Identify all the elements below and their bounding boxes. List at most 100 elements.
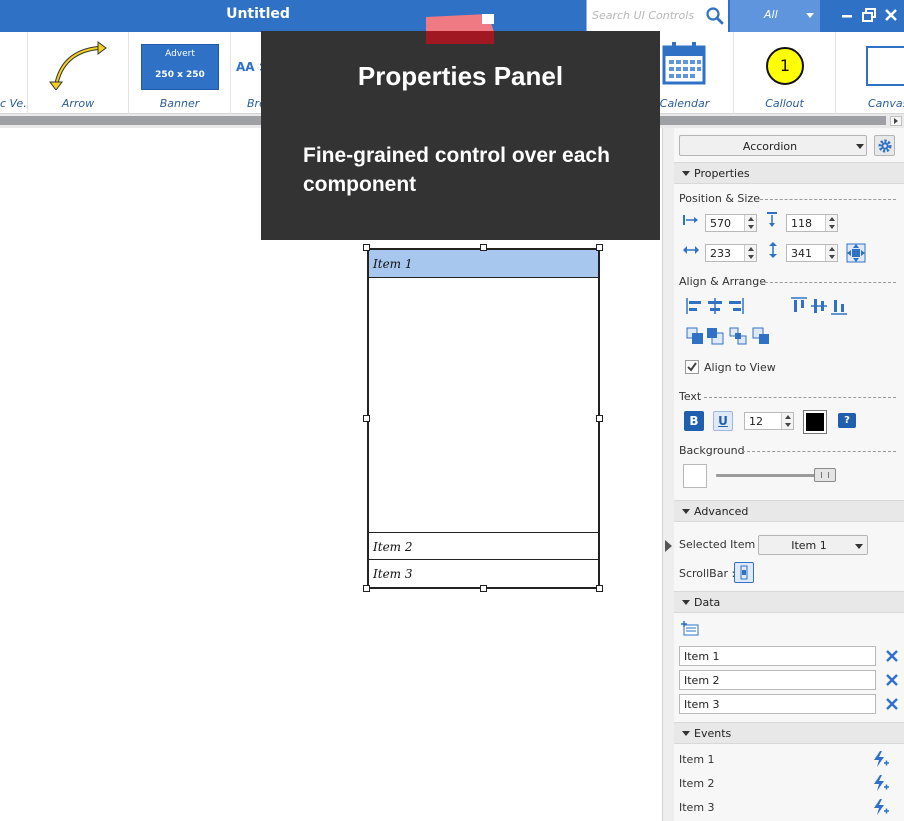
section-label: Properties — [694, 167, 750, 180]
scroll-right-button[interactable] — [890, 116, 902, 126]
add-event-icon[interactable] — [872, 798, 890, 816]
height-icon — [769, 242, 777, 258]
y-position-icon — [767, 212, 777, 227]
section-properties[interactable]: Properties — [674, 162, 904, 184]
section-advanced[interactable]: Advanced — [674, 500, 904, 522]
send-to-back-icon[interactable] — [751, 326, 771, 346]
stepper[interactable] — [825, 215, 837, 231]
section-events[interactable]: Events — [674, 722, 904, 744]
background-color-swatch[interactable] — [683, 464, 707, 488]
accordion-item-3[interactable]: Item 3 — [369, 560, 598, 588]
scrollbar-toggle[interactable] — [734, 562, 754, 583]
add-item-icon[interactable] — [681, 621, 699, 637]
ribbon-label: Arrow — [61, 97, 95, 110]
ribbon-item-callout[interactable]: 1 Callout — [734, 32, 836, 114]
section-label: Advanced — [694, 505, 749, 518]
resize-handle-se[interactable] — [596, 585, 603, 592]
tooltip-body: Fine-grained control over each component — [303, 144, 610, 196]
component-select[interactable]: Accordion — [679, 135, 867, 156]
align-left-icon[interactable] — [685, 296, 705, 316]
bring-forward-icon[interactable] — [705, 326, 725, 346]
width-field[interactable]: 233 — [705, 244, 757, 262]
highlight-marker-icon — [426, 14, 494, 44]
align-bottom-icon[interactable] — [829, 296, 849, 316]
section-data[interactable]: Data — [674, 591, 904, 613]
chevron-down-icon — [856, 144, 864, 149]
align-middle-icon[interactable] — [809, 296, 829, 316]
search-icon[interactable] — [705, 6, 725, 26]
collapse-icon — [682, 509, 690, 514]
filter-value: All — [764, 8, 778, 21]
minimize-icon[interactable] — [838, 6, 856, 24]
ribbon-item-breadcrumb[interactable]: AA > Bre — [231, 32, 269, 114]
accordion-component[interactable]: Item 1 Item 2 Item 3 — [367, 248, 600, 589]
filter-dropdown[interactable]: All — [730, 0, 820, 32]
ribbon-item-banner[interactable]: Advert 250 x 250 Banner — [129, 32, 231, 114]
resize-handle-s[interactable] — [480, 585, 487, 592]
stepper[interactable] — [744, 215, 756, 231]
align-top-icon[interactable] — [789, 296, 809, 316]
y-field[interactable]: 118 — [786, 214, 838, 232]
selected-item-label: Selected Item : — [679, 538, 763, 551]
stepper[interactable] — [744, 245, 756, 261]
help-icon[interactable]: ? — [838, 413, 856, 428]
stepper[interactable] — [781, 413, 793, 429]
add-event-icon[interactable] — [872, 774, 890, 792]
group-label: Text — [679, 390, 702, 403]
selected-item-select[interactable]: Item 1 — [758, 535, 868, 555]
divider — [760, 282, 896, 283]
divider — [704, 397, 896, 398]
resize-handle-ne[interactable] — [596, 244, 603, 251]
text-color-swatch[interactable] — [803, 410, 827, 434]
remove-item-icon[interactable] — [885, 649, 899, 663]
accordion-item-2[interactable]: Item 2 — [369, 532, 598, 560]
bring-to-front-icon[interactable] — [685, 326, 705, 346]
data-item-input[interactable]: Item 3 — [679, 694, 876, 714]
ribbon-label: Bre — [247, 97, 264, 110]
chevron-right-icon — [894, 118, 898, 124]
remove-item-icon[interactable] — [885, 673, 899, 687]
send-backward-icon[interactable] — [728, 326, 748, 346]
bold-button[interactable]: B — [684, 411, 704, 431]
ribbon-label: Banner — [159, 97, 200, 110]
resize-handle-sw[interactable] — [363, 585, 370, 592]
tooltip-title: Properties Panel — [357, 61, 564, 91]
data-item-input[interactable]: Item 1 — [679, 646, 876, 666]
divider — [742, 451, 896, 452]
search-box[interactable]: Search UI Controls — [586, 0, 728, 32]
underline-button[interactable]: U — [713, 411, 733, 431]
settings-button[interactable] — [874, 135, 895, 156]
add-event-icon[interactable] — [872, 750, 890, 768]
x-value: 570 — [710, 217, 731, 230]
x-field[interactable]: 570 — [705, 214, 757, 232]
panel-splitter[interactable] — [662, 128, 674, 821]
align-to-view-checkbox[interactable] — [685, 360, 699, 374]
collapse-panel-icon[interactable] — [665, 540, 672, 552]
resize-handle-e[interactable] — [596, 415, 603, 422]
resize-handle-n[interactable] — [480, 244, 487, 251]
opacity-slider-thumb[interactable] — [814, 468, 836, 482]
resize-handle-w[interactable] — [363, 415, 370, 422]
feature-tooltip: Properties Panel Fine-grained control ov… — [261, 31, 660, 240]
search-input[interactable]: Search UI Controls — [592, 9, 694, 22]
selected-item-value: Item 1 — [791, 539, 827, 552]
height-field[interactable]: 341 — [786, 244, 838, 262]
event-item-label: Item 2 — [679, 777, 715, 790]
ribbon-item-arrow[interactable]: Arrow — [28, 32, 129, 114]
component-select-value: Accordion — [742, 140, 798, 153]
align-center-icon[interactable] — [705, 296, 725, 316]
fit-size-icon[interactable] — [846, 243, 866, 263]
stepper[interactable] — [825, 245, 837, 261]
banner-icon: Advert 250 x 250 — [141, 44, 219, 90]
close-icon[interactable] — [882, 6, 900, 24]
resize-handle-nw[interactable] — [363, 244, 370, 251]
curved-arrow-icon — [49, 41, 107, 90]
font-size-field[interactable]: 12 — [744, 412, 794, 430]
restore-icon[interactable] — [860, 6, 878, 24]
ribbon-item-video[interactable]: c Ve... — [0, 32, 28, 114]
ribbon-item-canvas[interactable]: Canvas — [836, 32, 904, 114]
align-right-icon[interactable] — [725, 296, 745, 316]
data-item-input[interactable]: Item 2 — [679, 670, 876, 690]
accordion-item-1[interactable]: Item 1 — [369, 250, 598, 278]
remove-item-icon[interactable] — [885, 697, 899, 711]
